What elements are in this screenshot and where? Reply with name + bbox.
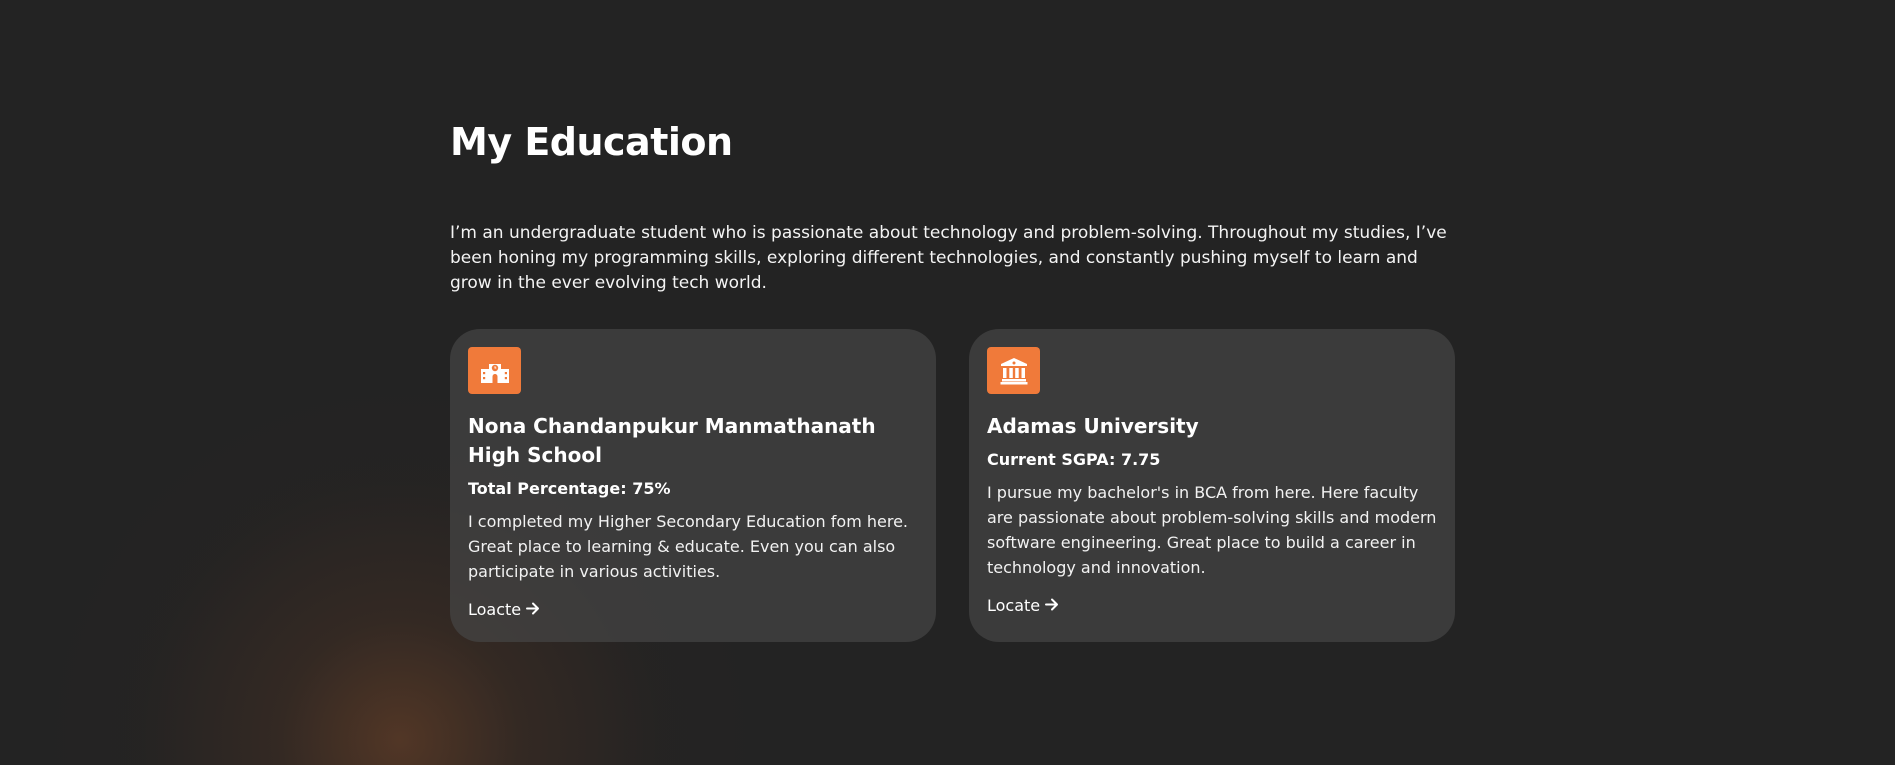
card-title: Nona Chandanpukur Manmathanath High Scho… xyxy=(468,414,876,467)
card-subtitle: Current SGPA: 7.75 xyxy=(987,450,1161,469)
section-title: My Education xyxy=(450,120,733,164)
arrow-right-icon xyxy=(526,600,540,619)
locate-link-label: Locate xyxy=(987,596,1041,615)
section-intro: I’m an undergraduate student who is pass… xyxy=(450,223,1447,293)
locate-link[interactable]: Locate xyxy=(987,596,1059,615)
locate-link[interactable]: Loacte xyxy=(468,600,540,619)
card-subtitle: Total Percentage: 75% xyxy=(468,479,671,498)
card-description: I completed my Higher Secondary Educatio… xyxy=(468,512,908,581)
locate-link-label: Loacte xyxy=(468,600,522,619)
education-card-school: Nona Chandanpukur Manmathanath High Scho… xyxy=(450,329,936,642)
school-icon xyxy=(468,347,521,394)
card-description: I pursue my bachelor's in BCA from here.… xyxy=(987,483,1437,577)
arrow-right-icon xyxy=(1045,596,1059,615)
card-title: Adamas University xyxy=(987,414,1199,438)
education-card-university: Adamas University Current SGPA: 7.75 I p… xyxy=(969,329,1455,642)
university-icon xyxy=(987,347,1040,394)
